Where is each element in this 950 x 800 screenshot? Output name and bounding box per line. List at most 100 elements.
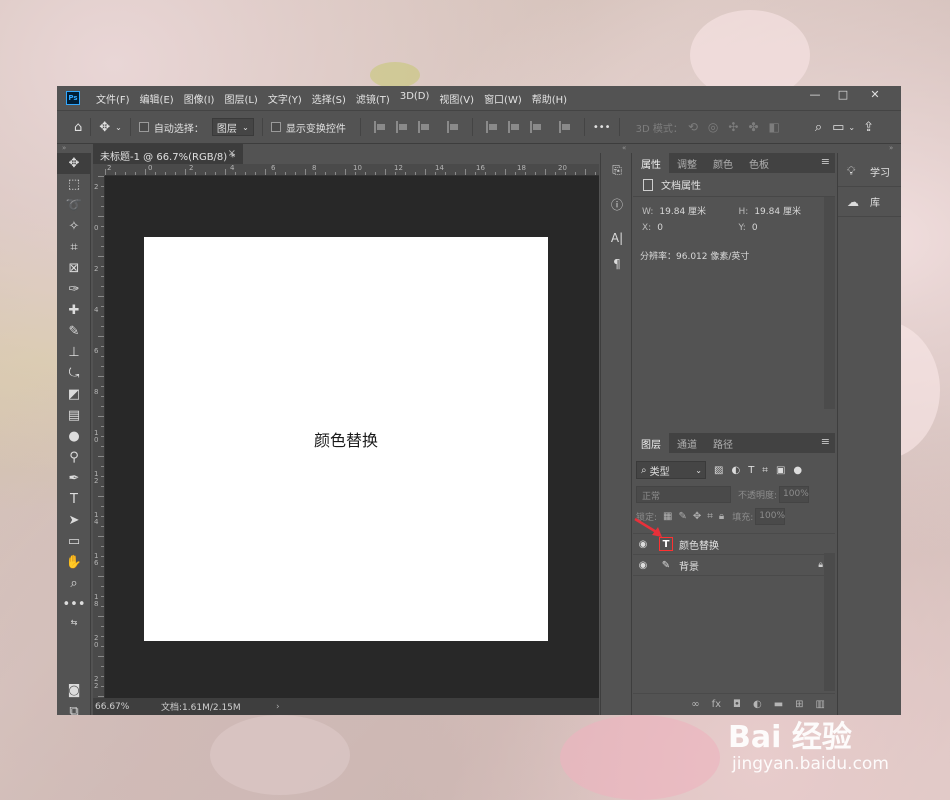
height-value[interactable]: 19.84 厘米 bbox=[754, 207, 801, 217]
share-icon[interactable]: ⇪ bbox=[863, 120, 874, 135]
hand-tool-icon[interactable]: ✋ bbox=[57, 552, 91, 573]
add-mask-icon[interactable]: ◘ bbox=[733, 699, 741, 710]
pen-tool-icon[interactable]: ✒ bbox=[57, 468, 91, 489]
type-tool-icon[interactable]: T bbox=[57, 489, 91, 510]
filter-smart-object-icon[interactable]: ▣ bbox=[776, 465, 785, 476]
adjustment-layer-icon[interactable]: ◐ bbox=[753, 699, 762, 710]
menu-file[interactable]: 文件(F) bbox=[96, 91, 130, 106]
menu-help[interactable]: 帮助(H) bbox=[532, 91, 567, 106]
align-left-icon[interactable] bbox=[373, 121, 386, 133]
lock-artboard-icon[interactable]: ⌗ bbox=[707, 511, 713, 522]
3d-slide-icon[interactable]: ✤ bbox=[748, 120, 758, 134]
tab-swatches[interactable]: 色板 bbox=[741, 153, 777, 173]
menu-type[interactable]: 文字(Y) bbox=[268, 91, 302, 106]
filter-pixel-icon[interactable]: ▨ bbox=[714, 465, 723, 476]
chevron-down-icon[interactable]: ⌄ bbox=[848, 123, 855, 132]
library-button[interactable]: ☁ 库 bbox=[838, 187, 901, 217]
panel-menu-icon[interactable]: ≡ bbox=[821, 155, 830, 168]
crop-tool-icon[interactable]: ⌗ bbox=[57, 237, 91, 258]
layers-scrollbar[interactable] bbox=[824, 553, 835, 691]
auto-select-dropdown[interactable]: 图层 ⌄ bbox=[211, 118, 254, 136]
info-panel-icon[interactable]: ⓘ bbox=[601, 191, 633, 217]
brush-tool-icon[interactable]: ✎ bbox=[57, 321, 91, 342]
opacity-input[interactable]: 100% bbox=[779, 485, 810, 503]
horizontal-ruler[interactable]: 2 0 2 4 6 8 10 12 14 16 18 20 bbox=[105, 164, 599, 176]
document-canvas[interactable]: 颜色替换 bbox=[144, 237, 548, 641]
rectangle-tool-icon[interactable]: ▭ bbox=[57, 531, 91, 552]
properties-scrollbar[interactable] bbox=[824, 197, 835, 409]
vertical-ruler[interactable]: 2 0 2 4 6 8 10 12 14 16 18 20 22 bbox=[93, 176, 105, 698]
tab-layers[interactable]: 图层 bbox=[633, 433, 669, 453]
status-menu-arrow[interactable]: › bbox=[276, 702, 280, 712]
character-panel-icon[interactable]: A| bbox=[601, 225, 633, 251]
filter-shape-icon[interactable]: ⌗ bbox=[762, 465, 768, 476]
align-vertical-center-icon[interactable] bbox=[507, 121, 520, 133]
screen-mode-icon[interactable]: ⧉ bbox=[57, 701, 91, 715]
menu-filter[interactable]: 滤镜(T) bbox=[356, 91, 390, 106]
dodge-tool-icon[interactable]: ⚲ bbox=[57, 447, 91, 468]
tab-adjustments[interactable]: 调整 bbox=[669, 153, 705, 173]
chevron-down-icon[interactable]: ⌄ bbox=[115, 123, 122, 132]
close-document-icon[interactable]: × bbox=[228, 148, 236, 159]
minimize-button[interactable]: — bbox=[801, 86, 829, 102]
lock-all-icon[interactable]: 🔒︎ bbox=[719, 511, 724, 522]
maximize-button[interactable]: □ bbox=[829, 86, 857, 102]
layer-filter-dropdown[interactable]: ⌕ 类型 ⌄ bbox=[636, 461, 706, 479]
menu-3d[interactable]: 3D(D) bbox=[400, 91, 430, 106]
workspace-icon[interactable]: ▭ bbox=[832, 120, 844, 135]
move-tool-icon[interactable]: ✥ bbox=[99, 120, 110, 135]
collapse-panels-icon[interactable]: « bbox=[622, 144, 626, 153]
lock-position-icon[interactable]: ✥ bbox=[693, 511, 701, 522]
distribute-horizontal-icon[interactable] bbox=[446, 121, 459, 133]
filter-adjustment-icon[interactable]: ◐ bbox=[731, 465, 740, 476]
tab-paths[interactable]: 路径 bbox=[705, 433, 741, 453]
new-layer-icon[interactable]: ⊞ bbox=[795, 699, 803, 710]
lasso-tool-icon[interactable]: ➰ bbox=[57, 195, 91, 216]
x-value[interactable]: 0 bbox=[657, 223, 663, 233]
magic-wand-tool-icon[interactable]: ✧ bbox=[57, 216, 91, 237]
blur-tool-icon[interactable]: ● bbox=[57, 426, 91, 447]
link-layers-icon[interactable]: ∞ bbox=[691, 699, 699, 710]
width-value[interactable]: 19.84 厘米 bbox=[659, 207, 706, 217]
tab-channels[interactable]: 通道 bbox=[669, 433, 705, 453]
align-right-icon[interactable] bbox=[417, 121, 430, 133]
fill-input[interactable]: 100% bbox=[755, 507, 786, 525]
frame-tool-icon[interactable]: ⊠ bbox=[57, 258, 91, 279]
delete-layer-icon[interactable]: ▥ bbox=[816, 699, 825, 710]
close-window-button[interactable]: ✕ bbox=[857, 86, 893, 102]
lock-transparent-icon[interactable]: ▦ bbox=[663, 511, 672, 522]
panel-menu-icon[interactable]: ≡ bbox=[821, 435, 830, 448]
align-top-icon[interactable] bbox=[485, 121, 498, 133]
new-group-icon[interactable]: ▬ bbox=[774, 699, 783, 710]
clone-stamp-tool-icon[interactable]: ⊥ bbox=[57, 342, 91, 363]
filter-type-icon[interactable]: T bbox=[748, 465, 754, 476]
menu-layer[interactable]: 图层(L) bbox=[224, 91, 257, 106]
healing-brush-tool-icon[interactable]: ✚ bbox=[57, 300, 91, 321]
move-tool-icon[interactable]: ✥ bbox=[57, 153, 91, 174]
ruler-origin[interactable] bbox=[93, 164, 105, 176]
show-transform-checkbox[interactable] bbox=[270, 122, 281, 132]
learn-button[interactable]: 💡︎ 学习 bbox=[838, 157, 901, 187]
layer-name[interactable]: 颜色替换 bbox=[679, 537, 719, 552]
paragraph-panel-icon[interactable]: ¶ bbox=[601, 251, 633, 277]
eyedropper-tool-icon[interactable]: ✑ bbox=[57, 279, 91, 300]
collapse-panels-icon[interactable]: » bbox=[889, 144, 893, 153]
more-options-button[interactable]: ••• bbox=[593, 122, 611, 133]
visibility-eye-icon[interactable]: ◉ bbox=[633, 539, 653, 550]
tab-color[interactable]: 颜色 bbox=[705, 153, 741, 173]
eraser-tool-icon[interactable]: ◩ bbox=[57, 384, 91, 405]
marquee-tool-icon[interactable]: ⬚ bbox=[57, 174, 91, 195]
default-colors-icon[interactable]: ⇆ bbox=[57, 615, 91, 629]
history-brush-tool-icon[interactable]: ⤿ bbox=[57, 363, 91, 384]
canvas-text-layer[interactable]: 颜色替换 bbox=[144, 427, 548, 451]
menu-select[interactable]: 选择(S) bbox=[312, 91, 346, 106]
document-tab[interactable]: 未标题-1 @ 66.7%(RGB/8) * × bbox=[93, 144, 243, 164]
y-value[interactable]: 0 bbox=[752, 223, 758, 233]
menu-view[interactable]: 视图(V) bbox=[439, 91, 474, 106]
quick-mask-icon[interactable]: ◙ bbox=[57, 680, 91, 701]
layer-name[interactable]: 背景 bbox=[679, 558, 699, 573]
3d-orbit-icon[interactable]: ⟲ bbox=[688, 120, 698, 134]
path-selection-tool-icon[interactable]: ➤ bbox=[57, 510, 91, 531]
layer-style-icon[interactable]: fx bbox=[712, 699, 721, 710]
3d-pan-icon[interactable]: ✣ bbox=[728, 120, 738, 134]
